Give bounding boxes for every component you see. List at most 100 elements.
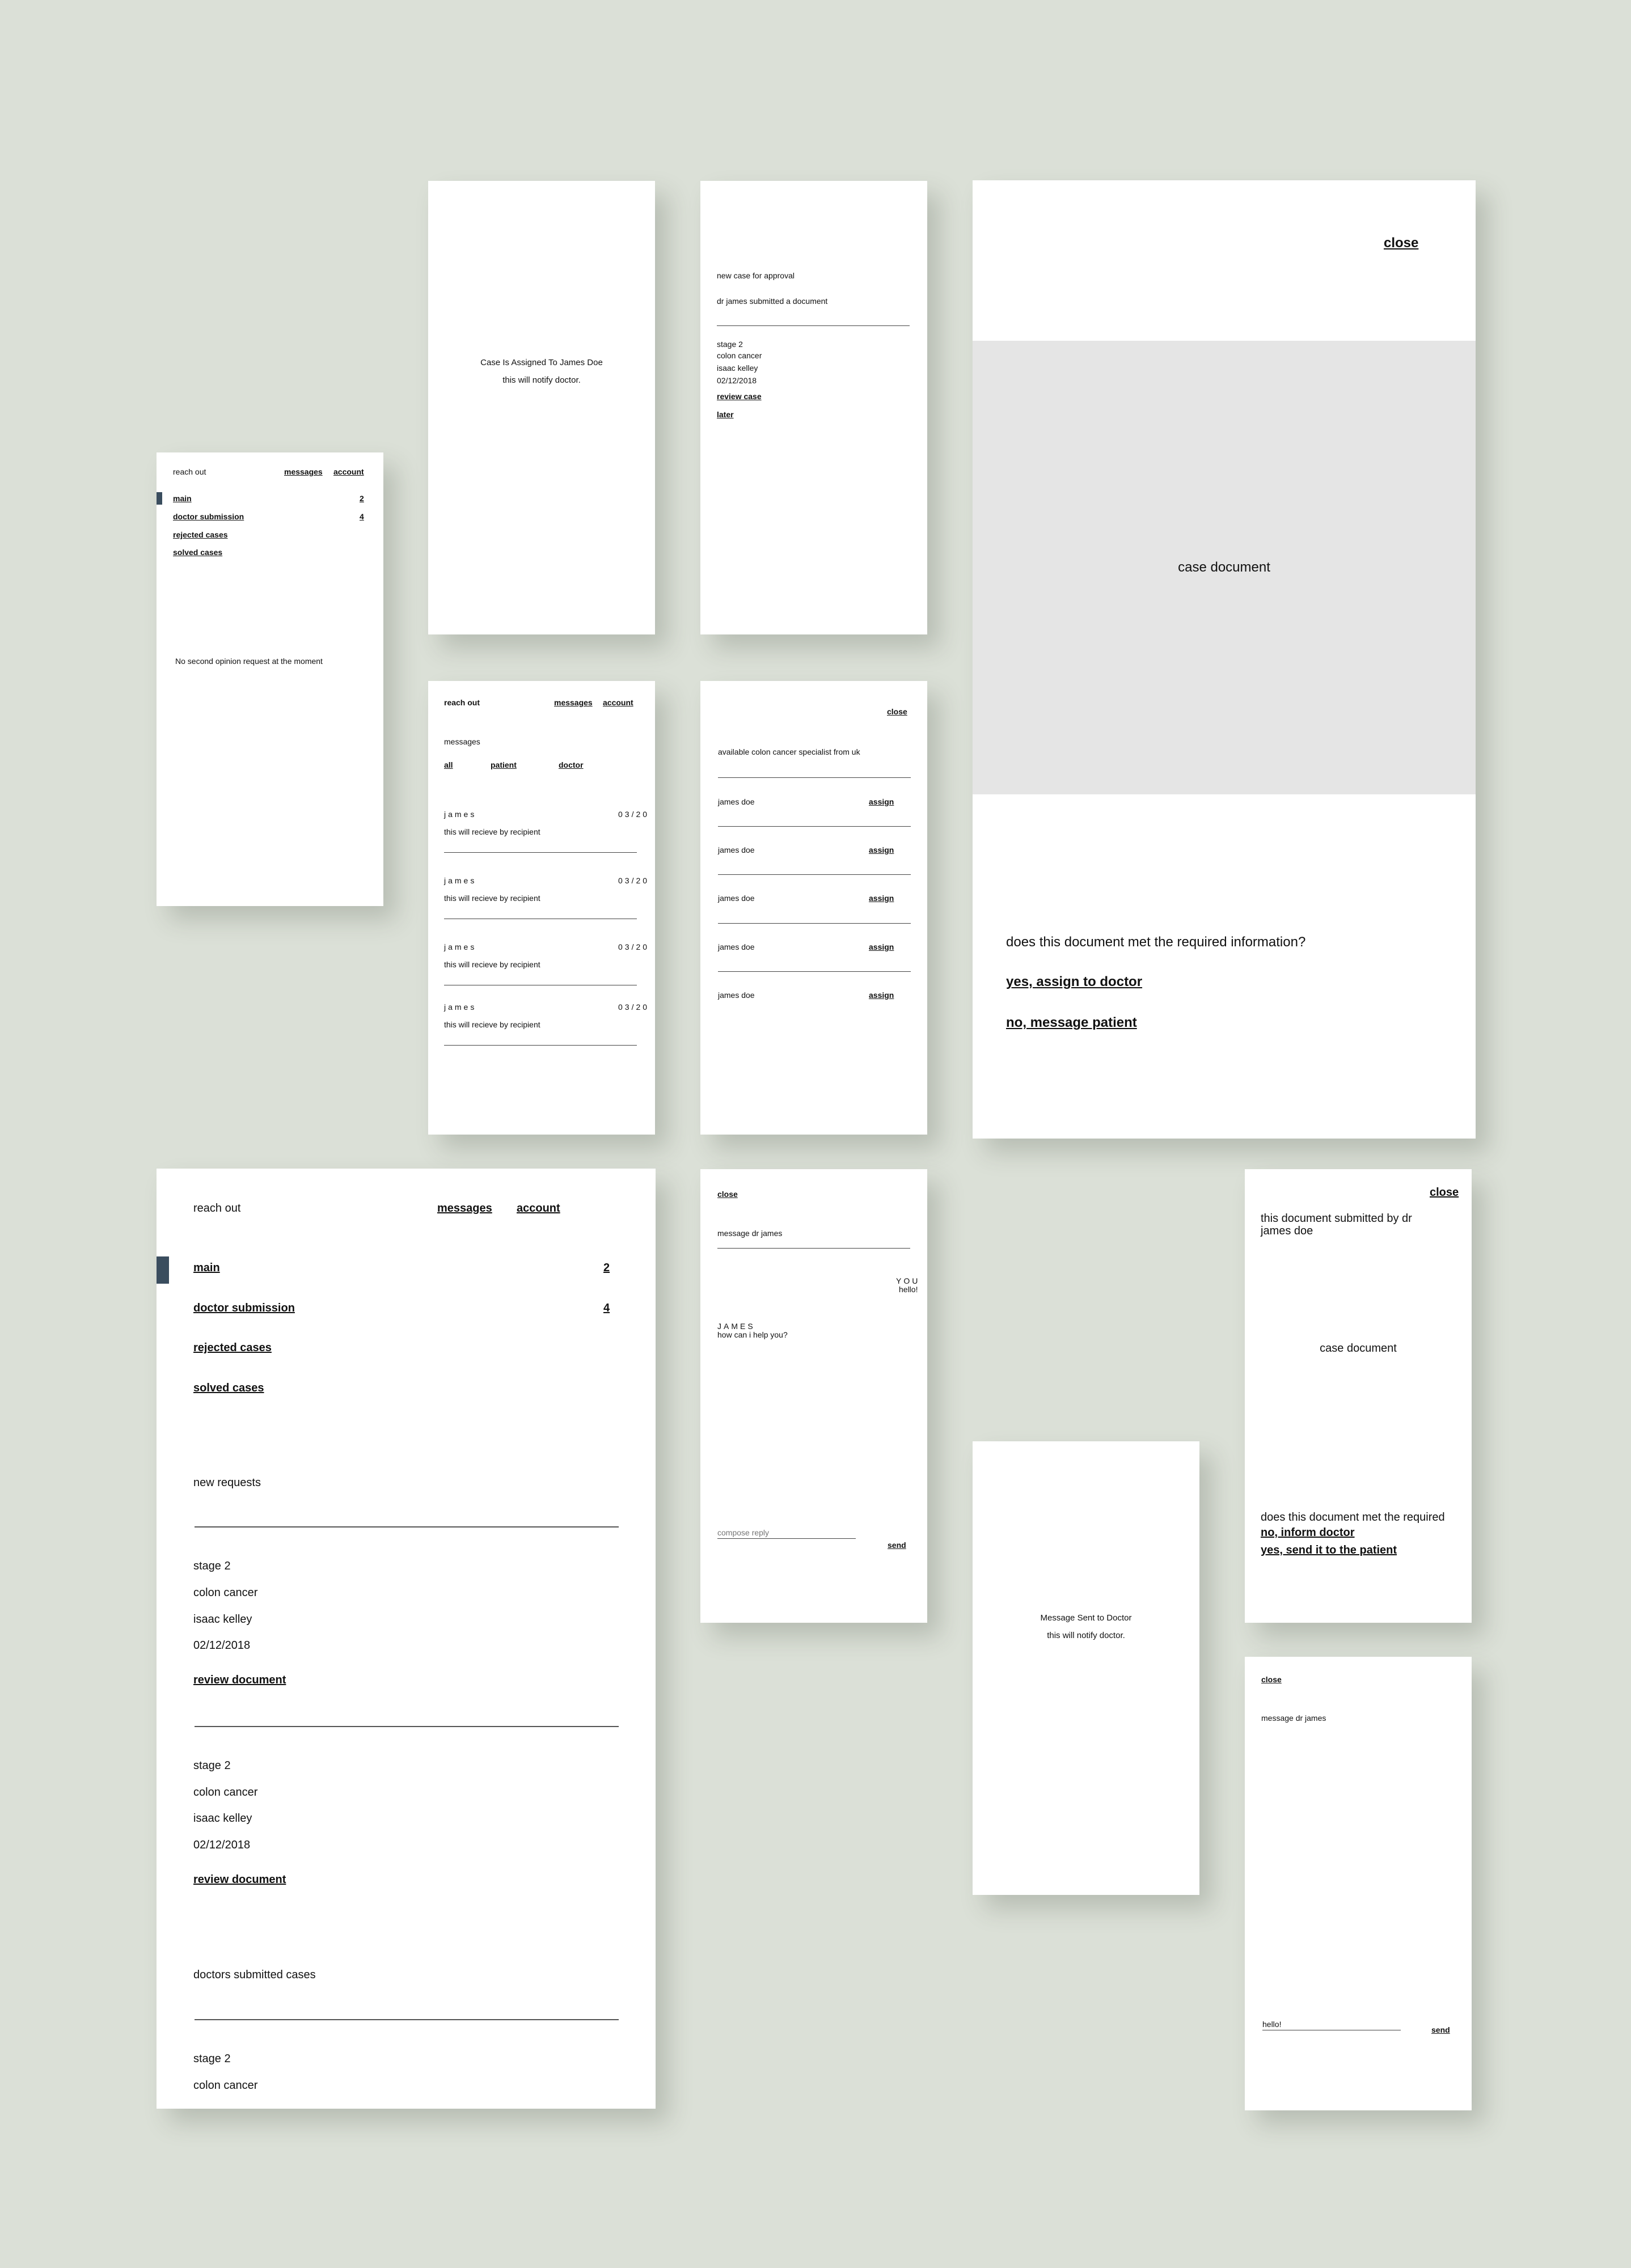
request-date: 02/12/2018: [193, 1839, 251, 1851]
close-link[interactable]: close: [887, 707, 907, 716]
nav-messages-link[interactable]: messages: [437, 1202, 492, 1215]
divider: [444, 1045, 637, 1046]
menu-item-main[interactable]: main: [193, 1262, 220, 1275]
message-preview: this will recieve by recipient: [444, 827, 540, 836]
sender-name: james: [444, 1002, 477, 1012]
review-case-link[interactable]: review case: [717, 392, 762, 401]
close-link[interactable]: close: [1261, 1675, 1282, 1684]
detail-patient: isaac kelley: [717, 363, 758, 373]
detail-stage: stage 2: [717, 340, 743, 349]
divider: [195, 1726, 619, 1727]
compose-screen: close message dr james send: [1245, 1657, 1472, 2110]
dashboard-large-screen: reach out messages account main 2 doctor…: [157, 1169, 656, 2109]
divider: [717, 1248, 910, 1249]
you-label: YOU: [896, 1276, 920, 1285]
divider: [718, 777, 911, 778]
request-date: 02/12/2018: [193, 1639, 251, 1652]
tab-doctor[interactable]: doctor: [559, 760, 584, 769]
specialists-screen: close available colon cancer specialist …: [700, 681, 927, 1135]
send-button[interactable]: send: [1431, 2025, 1450, 2034]
divider: [718, 971, 911, 972]
send-button[interactable]: send: [888, 1541, 906, 1550]
divider: [195, 2019, 619, 2020]
menu-item-solved-cases[interactable]: solved cases: [173, 548, 222, 557]
message-date: 03/20: [618, 810, 650, 819]
case-document-label: case document: [1178, 560, 1270, 575]
menu-item-solved-cases[interactable]: solved cases: [193, 1382, 264, 1395]
message-date: 03/20: [618, 942, 650, 951]
send-to-patient-link[interactable]: yes, send it to the patient: [1261, 1544, 1397, 1557]
nav-account-link[interactable]: account: [603, 698, 633, 707]
divider: [718, 923, 911, 924]
specialist-name: james doe: [718, 942, 755, 951]
nav-messages-link[interactable]: messages: [284, 467, 323, 476]
document-review-screen: close case document does this document m…: [973, 180, 1476, 1139]
review-document-link[interactable]: review document: [193, 1873, 286, 1886]
specialist-name: james doe: [718, 797, 755, 806]
nav-account-link[interactable]: account: [333, 467, 364, 476]
divider: [717, 325, 910, 326]
assign-button[interactable]: assign: [869, 942, 894, 951]
james-label: JAMES: [717, 1322, 755, 1331]
menu-item-doctor-submission[interactable]: doctor submission: [193, 1302, 295, 1315]
dashboard-small-screen: reach out messages account main 2 doctor…: [157, 452, 383, 906]
request-disease: colon cancer: [193, 1786, 258, 1799]
brand-logo: reach out: [173, 467, 206, 476]
assign-button[interactable]: assign: [869, 845, 894, 854]
message-date: 03/20: [618, 876, 650, 885]
approval-heading: new case for approval: [717, 271, 795, 280]
chat-screen: close message dr james YOU hello! JAMES …: [700, 1169, 927, 1623]
nav-messages-link[interactable]: messages: [554, 698, 593, 707]
chat-heading: message dr james: [717, 1229, 783, 1238]
sender-name: james: [444, 810, 477, 819]
specialist-name: james doe: [718, 991, 755, 1000]
assign-button[interactable]: assign: [869, 894, 894, 903]
assign-button[interactable]: assign: [869, 991, 894, 1000]
message-input[interactable]: [1262, 2019, 1401, 2030]
specialists-heading: available colon cancer specialist from u…: [718, 747, 860, 756]
menu-item-rejected-cases[interactable]: rejected cases: [193, 1342, 272, 1355]
menu-item-rejected-cases[interactable]: rejected cases: [173, 530, 228, 539]
request-patient: isaac kelley: [193, 1613, 252, 1626]
review-document-link[interactable]: review document: [193, 1674, 286, 1687]
request-stage: stage 2: [193, 1759, 231, 1772]
close-link[interactable]: close: [1430, 1186, 1459, 1199]
message-preview: this will recieve by recipient: [444, 960, 540, 969]
verification-question: does this document met the required info…: [1006, 934, 1306, 950]
brand-logo: reach out: [193, 1202, 241, 1215]
inform-doctor-link[interactable]: no, inform doctor: [1261, 1526, 1355, 1539]
message-preview: this will recieve by recipient: [444, 894, 540, 903]
confirm-subtitle: this will notify doctor.: [502, 375, 581, 385]
menu-item-doctor-submission[interactable]: doctor submission: [173, 512, 244, 521]
compose-heading: message dr james: [1261, 1713, 1326, 1723]
confirm-title: Case Is Assigned To James Doe: [480, 358, 603, 367]
approval-screen: new case for approval dr james submitted…: [700, 181, 927, 634]
submitted-by-text: this document submitted by dr james doe: [1261, 1212, 1412, 1237]
divider: [444, 852, 637, 853]
you-message: hello!: [899, 1285, 918, 1294]
message-preview: this will recieve by recipient: [444, 1020, 540, 1029]
close-link[interactable]: close: [1384, 235, 1418, 251]
close-link[interactable]: close: [717, 1190, 738, 1199]
menu-count-main: 2: [360, 494, 364, 503]
compose-reply-input[interactable]: [717, 1527, 856, 1539]
menu-item-main[interactable]: main: [173, 494, 192, 503]
later-link[interactable]: later: [717, 410, 734, 419]
message-patient-link[interactable]: no, message patient: [1006, 1015, 1137, 1031]
nav-account-link[interactable]: account: [517, 1202, 560, 1215]
doctor-document-screen: close this document submitted by dr jame…: [1245, 1169, 1472, 1623]
brand-logo: reach out: [444, 698, 480, 707]
menu-count-doctor-submission: 4: [603, 1302, 610, 1314]
tab-patient[interactable]: patient: [491, 760, 517, 769]
tab-all[interactable]: all: [444, 760, 453, 769]
assign-to-doctor-link[interactable]: yes, assign to doctor: [1006, 974, 1142, 990]
assign-button[interactable]: assign: [869, 797, 894, 806]
messages-section-title: messages: [444, 737, 480, 746]
specialist-name: james doe: [718, 894, 755, 903]
specialist-name: james doe: [718, 845, 755, 854]
case-document-label[interactable]: case document: [1245, 1342, 1472, 1355]
detail-disease: colon cancer: [717, 351, 762, 360]
active-menu-marker: [157, 1256, 169, 1284]
confirm-subtitle: this will notify doctor.: [1047, 1631, 1125, 1640]
sent-confirm-screen: Message Sent to Doctor this will notify …: [973, 1441, 1199, 1895]
